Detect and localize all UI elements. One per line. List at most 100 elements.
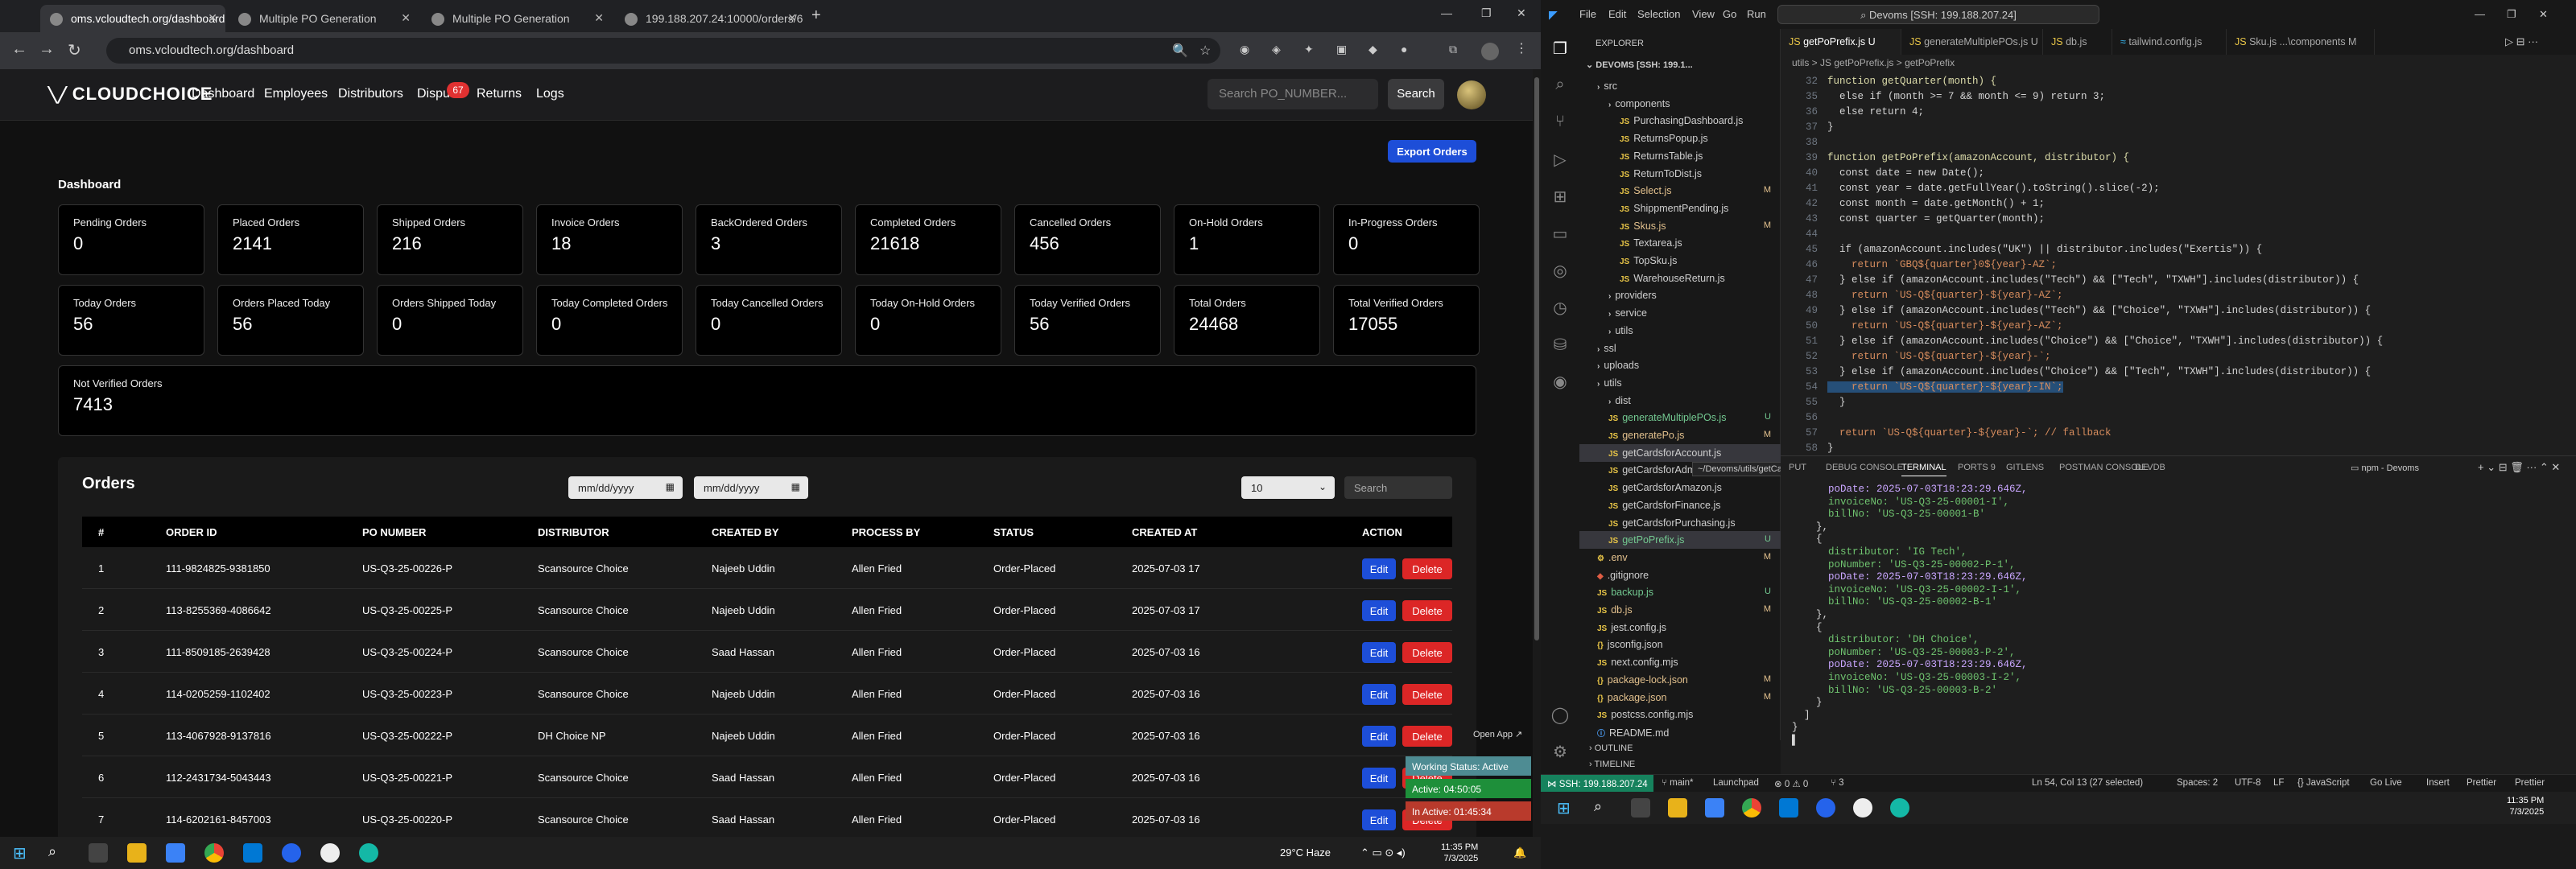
zoom-icon[interactable] — [282, 843, 301, 863]
folder-item[interactable]: › src — [1579, 77, 1781, 95]
folder-item[interactable]: › ssl — [1579, 340, 1781, 357]
file-item[interactable]: {} package.json M — [1579, 689, 1781, 706]
cloudchoice-logo[interactable]: ╲╱ CLOUDCHOICE — [48, 84, 213, 105]
menu-go[interactable]: Go — [1723, 8, 1736, 20]
folder-item[interactable]: › uploads — [1579, 356, 1781, 374]
nav-dashboard[interactable]: Dashboard — [192, 87, 254, 101]
file-item[interactable]: ⚙ .env M — [1579, 549, 1781, 566]
menu-run[interactable]: Run — [1747, 8, 1766, 20]
extensions-icon[interactable]: ⊞ — [1550, 187, 1570, 206]
account-icon[interactable]: ◯ — [1550, 705, 1570, 724]
file-item[interactable]: JS postcss.config.mjs — [1579, 706, 1781, 723]
menu-view[interactable]: View — [1692, 8, 1715, 20]
indentation[interactable]: Spaces: 2 — [2177, 778, 2218, 788]
extension-icon[interactable]: ✦ — [1304, 43, 1314, 56]
reload-icon[interactable]: ↻ — [68, 40, 81, 60]
nav-returns[interactable]: Returns — [477, 87, 522, 101]
po-search-input[interactable]: Search PO_NUMBER... — [1208, 79, 1378, 109]
search-icon[interactable]: ⌕ — [48, 843, 68, 863]
gear-icon[interactable]: ⚙ — [1550, 742, 1570, 761]
delete-button[interactable]: Delete — [1402, 600, 1452, 621]
file-item[interactable]: JS WarehouseReturn.js — [1579, 270, 1781, 287]
folder-item[interactable]: › utils — [1579, 322, 1781, 340]
remote-indicator[interactable]: ⋈ SSH: 199.188.207.24 — [1541, 775, 1653, 793]
search-icon[interactable]: ⌕ — [1550, 76, 1570, 95]
timeline-header[interactable]: › TIMELINE — [1589, 760, 1635, 769]
minimize-icon[interactable]: — — [2475, 8, 2485, 20]
table-search-input[interactable]: Search — [1344, 476, 1452, 499]
maximize-icon[interactable]: ❐ — [2507, 8, 2516, 21]
explorer-icon[interactable]: ❐ — [1550, 39, 1570, 58]
file-item[interactable]: JS generateMultiplePOs.js U — [1579, 409, 1781, 426]
browser-tab-orders[interactable]: 199.188.207.24:10000/orders/6 ✕ — [615, 5, 805, 32]
end-date-input[interactable]: mm/dd/yyyy ▦ — [694, 476, 808, 499]
edit-button[interactable]: Edit — [1362, 600, 1396, 621]
file-item[interactable]: JS next.config.mjs — [1579, 653, 1781, 671]
export-orders-button[interactable]: Export Orders — [1388, 140, 1476, 163]
edit-button[interactable]: Edit — [1362, 809, 1396, 830]
terminal-actions[interactable]: + ⌄ ⊟ 🗑 ··· ⌃ ✕ — [2478, 461, 2560, 474]
task-view-icon[interactable] — [89, 843, 108, 863]
encoding[interactable]: UTF-8 — [2235, 778, 2261, 788]
panel-tab[interactable]: GITLENS — [2006, 463, 2044, 472]
nav-distributors[interactable]: Distributors — [338, 87, 403, 101]
file-item[interactable]: JS ShippmentPending.js — [1579, 200, 1781, 217]
user-avatar[interactable] — [1457, 80, 1486, 109]
file-item[interactable]: ◆ .gitignore — [1579, 566, 1781, 584]
file-item[interactable]: JS ReturnsPopup.js — [1579, 130, 1781, 147]
clock[interactable]: 11:35 PM 7/3/2025 — [2507, 795, 2544, 818]
new-tab-icon[interactable]: + — [811, 6, 821, 25]
menu-file[interactable]: File — [1579, 8, 1596, 20]
open-app-link[interactable]: Open App ↗ — [1473, 729, 1522, 739]
cursor-position[interactable]: Ln 54, Col 13 (27 selected) — [2032, 778, 2143, 788]
close-icon[interactable]: ✕ — [594, 11, 604, 25]
forward-icon[interactable]: → — [39, 40, 55, 59]
folder-item[interactable]: › utils — [1579, 374, 1781, 392]
run-debug-icon[interactable]: ▷ — [1550, 150, 1570, 169]
code-editor[interactable]: 32 function getQuarter(month) {35 else if… — [1781, 72, 2576, 455]
launchpad[interactable]: Launchpad — [1713, 778, 1759, 788]
vscode-icon[interactable] — [1779, 798, 1798, 818]
app-icon[interactable] — [359, 843, 378, 863]
folder-item[interactable]: › service — [1579, 304, 1781, 322]
start-date-input[interactable]: mm/dd/yyyy ▦ — [568, 476, 683, 499]
file-item[interactable]: ⓘ README.md — [1579, 723, 1781, 741]
nav-employees[interactable]: Employees — [264, 87, 328, 101]
vscode-icon[interactable] — [243, 843, 262, 863]
calendar-icon[interactable]: ▦ — [666, 481, 675, 492]
profile-avatar[interactable] — [1481, 43, 1499, 60]
editor-tab-db[interactable]: JS db.js — [2043, 29, 2112, 55]
file-explorer-icon[interactable] — [127, 843, 147, 863]
zoom-icon[interactable] — [1816, 798, 1835, 818]
app-icon[interactable] — [1853, 798, 1872, 818]
windows-start-icon[interactable]: ⊞ — [1557, 798, 1576, 818]
workspace-root[interactable]: ⌄ DEVOMS [SSH: 199.1... — [1586, 60, 1693, 70]
page-size-select[interactable]: 10 ⌄ — [1241, 476, 1335, 499]
nav-logs[interactable]: Logs — [536, 87, 564, 101]
prettier[interactable]: Prettier — [2515, 778, 2545, 788]
close-icon[interactable]: ✕ — [208, 11, 217, 25]
prettier[interactable]: Prettier — [2467, 778, 2496, 788]
zoom-icon[interactable]: 🔍 — [1172, 43, 1188, 59]
file-item[interactable]: JS getPoPrefix.js U — [1579, 531, 1781, 550]
extension-icon[interactable]: ● — [1401, 43, 1407, 56]
kebab-menu-icon[interactable]: ⋮ — [1515, 40, 1528, 56]
panel-tab[interactable]: DEVDB — [2135, 463, 2165, 472]
extension-icon[interactable]: ▣ — [1336, 43, 1347, 56]
file-item[interactable]: JS Textarea.js — [1579, 234, 1781, 252]
notification-icon[interactable]: 🔔 — [1513, 846, 1526, 859]
store-icon[interactable] — [1705, 798, 1724, 818]
weather-widget[interactable]: 29°C Haze — [1280, 846, 1331, 859]
panel-tab[interactable]: DEBUG CONSOLE — [1826, 463, 1903, 472]
outline-header[interactable]: › OUTLINE — [1589, 743, 1633, 753]
store-icon[interactable] — [166, 843, 185, 863]
browser-tab-dashboard[interactable]: oms.vcloudtech.org/dashboard ✕ — [40, 5, 225, 32]
panel-tab[interactable]: PORTS 9 — [1958, 463, 1996, 472]
browser-tab-po-1[interactable]: Multiple PO Generation ✕ — [229, 5, 419, 32]
folder-item[interactable]: › providers — [1579, 286, 1781, 304]
postman-icon[interactable]: ◉ — [1550, 372, 1570, 391]
calendar-icon[interactable]: ▦ — [791, 481, 800, 492]
source-control-icon[interactable]: ⑂ — [1550, 113, 1570, 132]
file-item[interactable]: JS ReturnsTable.js — [1579, 147, 1781, 165]
edit-button[interactable]: Edit — [1362, 558, 1396, 579]
